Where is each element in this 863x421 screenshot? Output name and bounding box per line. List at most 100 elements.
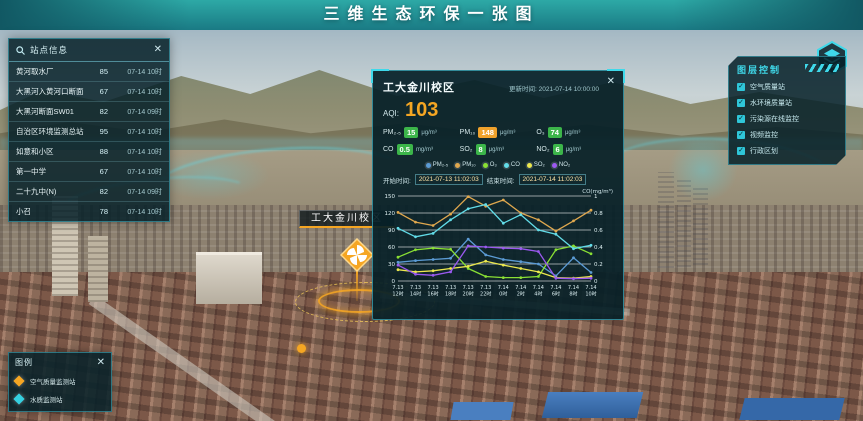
layer-label: 空气质量站 [750, 82, 785, 92]
station-name: 小召 [16, 206, 86, 217]
layer-item[interactable]: ✓ 污染源在线监控 [737, 114, 837, 124]
legend-item[interactable]: PM₂.₅ [426, 162, 448, 168]
svg-text:7.1320时: 7.1320时 [462, 285, 473, 298]
station-row[interactable]: 自治区环境监测总站 95 07-14 10时 [9, 122, 169, 142]
checkbox-checked-icon[interactable]: ✓ [737, 83, 745, 91]
station-row[interactable]: 小召 78 07-14 10时 [9, 202, 169, 221]
svg-text:60: 60 [388, 245, 395, 251]
end-time-input[interactable]: 2021-07-14 11:02:03 [519, 174, 587, 185]
checkbox-checked-icon[interactable]: ✓ [737, 115, 745, 123]
legend-dot [426, 163, 431, 168]
pollutant-unit: μg/m³ [421, 130, 436, 136]
search-icon [16, 46, 25, 55]
station-name: 二十九中(N) [16, 186, 86, 197]
station-list-panel: 站点信息 ✕ 黄河取水厂 85 07-14 10时 大黑河入黄河口断面 67 0… [8, 38, 170, 222]
legend-item[interactable]: SO₂ [527, 162, 545, 168]
station-value: 85 [90, 67, 108, 76]
svg-text:30: 30 [388, 262, 395, 268]
start-time-label: 开始时间: [383, 175, 411, 185]
checkbox-checked-icon[interactable]: ✓ [737, 131, 745, 139]
svg-text:7.144时: 7.144时 [533, 285, 544, 298]
legend-item[interactable]: O₃ [483, 162, 497, 168]
station-value: 88 [90, 147, 108, 156]
legend-marker-icon [13, 375, 24, 386]
svg-text:7.1322时: 7.1322时 [480, 285, 491, 298]
station-value: 95 [90, 127, 108, 136]
station-time: 07-14 10时 [112, 147, 162, 157]
svg-text:7.146时: 7.146时 [550, 285, 561, 298]
station-row[interactable]: 第一中学 67 07-14 10时 [9, 162, 169, 182]
svg-text:0.2: 0.2 [594, 262, 603, 268]
legend-items: 空气质量监测站 水质监测站 [15, 376, 105, 404]
svg-text:7.1410时: 7.1410时 [585, 285, 596, 298]
pollutant-value-badge: 148 [478, 127, 497, 138]
legend-marker-icon [13, 393, 24, 404]
legend-row: 水质监测站 [15, 394, 105, 404]
marker-stem [356, 271, 358, 301]
station-marker-icon[interactable] [340, 238, 374, 272]
layer-item[interactable]: ✓ 视频监控 [737, 130, 837, 140]
station-dot-marker[interactable] [297, 344, 306, 353]
legend-name: O₃ [490, 162, 497, 168]
svg-text:CO(mg/m³): CO(mg/m³) [582, 188, 613, 195]
station-value: 78 [90, 207, 108, 216]
station-time: 07-14 10时 [112, 87, 162, 97]
checkbox-checked-icon[interactable]: ✓ [737, 99, 745, 107]
svg-text:7.140时: 7.140时 [498, 285, 509, 298]
station-time: 07-14 10时 [112, 127, 162, 137]
legend-item[interactable]: CO [504, 162, 520, 168]
pollutant-unit: mg/m³ [416, 147, 433, 153]
station-row[interactable]: 如意和小区 88 07-14 10时 [9, 142, 169, 162]
station-name: 自治区环境监测总站 [16, 126, 86, 137]
station-time: 07-14 10时 [112, 67, 162, 77]
station-row[interactable]: 黄河取水厂 85 07-14 10时 [9, 62, 169, 82]
legend-dot [483, 163, 488, 168]
header-bar: 三维生态环保一张图 [0, 0, 863, 30]
layer-item[interactable]: ✓ 空气质量站 [737, 82, 837, 92]
legend-dot [504, 163, 509, 168]
holo-glow [668, 138, 738, 202]
station-name: 黄河取水厂 [16, 66, 86, 77]
pollutant-grid: PM₂.₅ 15 μg/m³ PM₁₀ 148 μg/m³ O₃ 74 μg/m… [383, 127, 613, 155]
station-value: 82 [90, 107, 108, 116]
svg-text:150: 150 [385, 194, 396, 200]
svg-text:7.1316时: 7.1316时 [427, 285, 438, 298]
svg-text:7.142时: 7.142时 [515, 285, 526, 298]
pollutant-value-badge: 0.5 [397, 144, 413, 155]
close-icon[interactable]: ✕ [97, 358, 105, 368]
pollutant-name: NO₂ [536, 146, 549, 153]
end-time-label: 结束时间: [487, 175, 515, 185]
svg-text:7.1318时: 7.1318时 [445, 285, 456, 298]
legend-dot [552, 163, 557, 168]
close-icon[interactable]: ✕ [607, 77, 615, 87]
station-name: 大黑河入黄河口断面 [16, 86, 86, 97]
pollutant-reading: O₃ 74 μg/m³ [536, 127, 613, 138]
station-value: 67 [90, 167, 108, 176]
legend-dot [527, 163, 532, 168]
pollutant-reading: SO₂ 8 μg/m³ [460, 144, 537, 155]
legend-name: PM₁₀ [462, 162, 476, 168]
layer-items: ✓ 空气质量站 ✓ 水环境质量站 ✓ 污染源在线监控 ✓ 视频监控 ✓ 行政区划 [737, 82, 837, 156]
legend-item[interactable]: NO₂ [552, 162, 570, 168]
station-row[interactable]: 大黑河入黄河口断面 67 07-14 10时 [9, 82, 169, 102]
station-row[interactable]: 二十九中(N) 82 07-14 09时 [9, 182, 169, 202]
layer-item[interactable]: ✓ 水环境质量站 [737, 98, 837, 108]
close-icon[interactable]: ✕ [154, 45, 162, 55]
legend-item[interactable]: PM₁₀ [455, 162, 476, 168]
aqi-label: AQI: [383, 109, 399, 118]
station-row[interactable]: 大黑河断面SW01 82 07-14 09时 [9, 102, 169, 122]
station-panel-title: 站点信息 [30, 44, 149, 56]
checkbox-checked-icon[interactable]: ✓ [737, 147, 745, 155]
start-time-input[interactable]: 2021-07-13 11:02:03 [415, 174, 483, 185]
station-name: 如意和小区 [16, 146, 86, 157]
blue-roof-warehouse [542, 392, 643, 418]
station-value: 82 [90, 187, 108, 196]
popup-title: 工大金川校区 [383, 79, 455, 95]
station-name: 第一中学 [16, 166, 86, 177]
layer-item[interactable]: ✓ 行政区划 [737, 146, 837, 156]
update-time: 更新时间: 2021-07-14 10:00:00 [509, 83, 613, 93]
station-detail-popup: 工大金川校区 更新时间: 2021-07-14 10:00:00 ✕ AQI: … [372, 70, 624, 320]
pollutant-trend-chart: 00300.2600.4900.61200.81501CO(mg/m³)7.13… [383, 187, 613, 312]
pollutant-reading: PM₁₀ 148 μg/m³ [460, 127, 537, 138]
chart-legend: PM₂.₅ PM₁₀ O₃ CO SO₂ NO₂ [383, 162, 613, 168]
